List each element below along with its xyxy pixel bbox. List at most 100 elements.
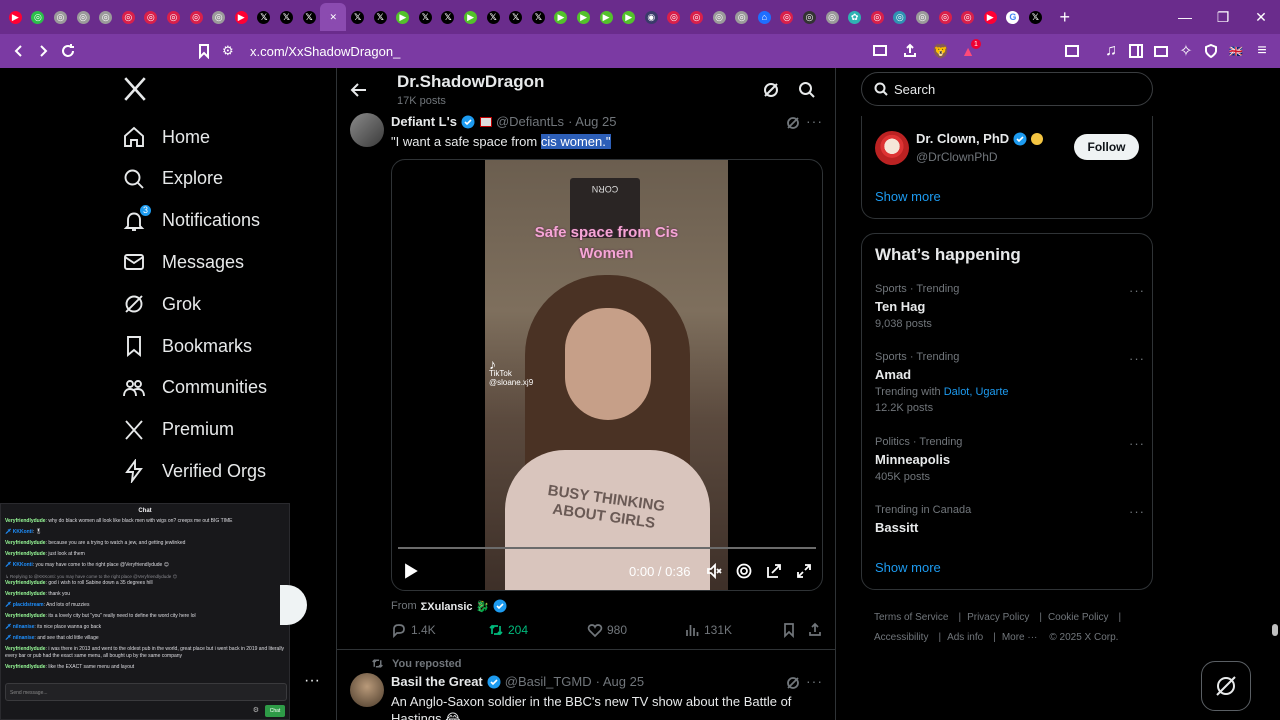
- browser-tab[interactable]: ◎: [27, 3, 50, 31]
- browser-tab[interactable]: ▶: [595, 3, 618, 31]
- video-progress-bar[interactable]: [398, 547, 816, 549]
- author-name[interactable]: Defiant L's: [391, 114, 457, 129]
- address-bar[interactable]: ⚙ x.com/XxShadowDragon_: [222, 38, 962, 64]
- browser-tab[interactable]: ◎: [798, 3, 821, 31]
- avatar[interactable]: [350, 113, 384, 147]
- tweet[interactable]: Basil the Great @Basil_TGMD · Aug 25 ···…: [337, 672, 835, 720]
- suggested-user-name[interactable]: Dr. Clown, PhD: [916, 131, 1009, 146]
- browser-tab[interactable]: ▶: [4, 3, 27, 31]
- follow-button[interactable]: Follow: [1074, 134, 1139, 160]
- browser-tab[interactable]: ✕: [320, 3, 347, 31]
- trend-more-icon[interactable]: ···: [1129, 504, 1145, 519]
- search-profile-button[interactable]: [797, 80, 817, 100]
- browser-tab[interactable]: ▶: [617, 3, 640, 31]
- mute-button[interactable]: [705, 562, 723, 580]
- pip-button[interactable]: [765, 562, 783, 580]
- tweet-date[interactable]: · Aug 25: [568, 114, 616, 129]
- chat-username[interactable]: Veryfriendlydude: [5, 613, 46, 619]
- chat-username[interactable]: Veryfriendlydude: [5, 580, 46, 586]
- browser-tab[interactable]: 𝕏: [346, 3, 369, 31]
- nav-item-premium[interactable]: Premium: [122, 415, 234, 445]
- x-logo-link[interactable]: [122, 76, 148, 102]
- tab-search-button[interactable]: [1059, 38, 1085, 64]
- browser-tab[interactable]: G: [1002, 3, 1025, 31]
- nav-item-home[interactable]: Home: [122, 122, 210, 152]
- browser-tab[interactable]: ◎: [140, 3, 163, 31]
- chat-send-button[interactable]: Chat: [265, 705, 285, 717]
- tweet[interactable]: Defiant L's @DefiantLs · Aug 25 ··· "I w…: [337, 112, 835, 652]
- scrollbar-thumb[interactable]: [1272, 624, 1278, 636]
- show-more-link[interactable]: Show more: [875, 189, 941, 204]
- author-name[interactable]: Basil the Great: [391, 674, 483, 689]
- media-button[interactable]: ♫: [1098, 38, 1124, 64]
- bookmark-page-button[interactable]: [191, 38, 217, 64]
- wallet-button[interactable]: [1148, 38, 1174, 64]
- browser-tab[interactable]: ◉: [640, 3, 663, 31]
- tweet-more-icon[interactable]: ···: [806, 673, 823, 689]
- browser-tab[interactable]: ◎: [117, 3, 140, 31]
- grok-header-button[interactable]: [761, 80, 781, 100]
- grok-explain-button[interactable]: [785, 115, 801, 131]
- browser-tab[interactable]: ⌂: [753, 3, 776, 31]
- browser-tab[interactable]: ◎: [685, 3, 708, 31]
- browser-tab[interactable]: ◎: [934, 3, 957, 31]
- reload-button[interactable]: [55, 38, 81, 64]
- nav-item-bookmarks[interactable]: Bookmarks: [122, 331, 252, 361]
- browser-tab[interactable]: 𝕏: [253, 3, 276, 31]
- nav-item-communities[interactable]: Communities: [122, 373, 267, 403]
- browser-tab[interactable]: 𝕏: [437, 3, 460, 31]
- browser-tab[interactable]: ◎: [185, 3, 208, 31]
- avatar[interactable]: [350, 673, 384, 707]
- browser-tab[interactable]: ◎: [889, 3, 912, 31]
- browser-tab[interactable]: 𝕏: [527, 3, 550, 31]
- browser-tab[interactable]: ▶: [979, 3, 1002, 31]
- browser-tab[interactable]: ◎: [94, 3, 117, 31]
- trend-item[interactable]: Politics · Trending Minneapolis 405K posts…: [875, 436, 1145, 483]
- vpn-button[interactable]: [1198, 38, 1224, 64]
- cast-button[interactable]: [867, 38, 893, 64]
- new-tab-button[interactable]: +: [1053, 3, 1077, 31]
- repost-button[interactable]: 204: [488, 622, 528, 638]
- video-settings-button[interactable]: [735, 562, 753, 580]
- nav-item-notifications[interactable]: 3 Notifications: [122, 203, 260, 236]
- browser-tab[interactable]: 𝕏: [369, 3, 392, 31]
- footer-link[interactable]: More ···: [1002, 632, 1038, 643]
- back-button[interactable]: [6, 38, 32, 64]
- chat-username[interactable]: 🗡 nilnanise: [5, 624, 34, 630]
- browser-tab[interactable]: 𝕏: [414, 3, 437, 31]
- browser-tab[interactable]: ◎: [956, 3, 979, 31]
- forward-button[interactable]: [30, 38, 56, 64]
- share-tweet-button[interactable]: [807, 622, 827, 638]
- footer-link[interactable]: Ads info: [947, 632, 983, 643]
- chat-username[interactable]: Veryfriendlydude: [5, 540, 46, 546]
- trending-with-links[interactable]: Dalot, Ugarte: [944, 386, 1009, 398]
- chat-username[interactable]: 🗡 KKKonti: [5, 529, 33, 535]
- grok-floating-button[interactable]: [1201, 661, 1251, 711]
- account-menu-dots-icon[interactable]: ···: [304, 672, 320, 690]
- browser-tab[interactable]: 𝕏: [298, 3, 321, 31]
- chat-username[interactable]: 🗡 KKKonti: [5, 562, 33, 568]
- author-handle[interactable]: @DefiantLs: [496, 114, 564, 129]
- chat-username[interactable]: Veryfriendlydude: [5, 551, 46, 557]
- browser-tab[interactable]: ◎: [49, 3, 72, 31]
- browser-tab[interactable]: 𝕏: [1024, 3, 1047, 31]
- fullscreen-button[interactable]: [795, 562, 813, 580]
- author-handle[interactable]: @Basil_TGMD: [505, 674, 592, 689]
- like-button[interactable]: 980: [587, 622, 627, 638]
- reply-button[interactable]: 1.4K: [391, 622, 436, 638]
- leo-ai-button[interactable]: ✧: [1173, 38, 1199, 64]
- minimize-button[interactable]: —: [1166, 0, 1204, 34]
- browser-tab[interactable]: ◎: [730, 3, 753, 31]
- views-button[interactable]: 131K: [684, 622, 732, 638]
- chat-username[interactable]: 🗡 nilnanise: [5, 635, 34, 641]
- nav-item-verified-orgs[interactable]: Verified Orgs: [122, 456, 266, 486]
- browser-tab[interactable]: ◎: [708, 3, 731, 31]
- search-input[interactable]: Search: [861, 72, 1153, 106]
- browser-tab[interactable]: ◎: [162, 3, 185, 31]
- bookmark-tweet-button[interactable]: [781, 622, 801, 638]
- browser-tab[interactable]: 𝕏: [504, 3, 527, 31]
- browser-tab[interactable]: ▶: [550, 3, 573, 31]
- close-window-button[interactable]: ✕: [1242, 0, 1280, 34]
- browser-tab[interactable]: ◎: [207, 3, 230, 31]
- browser-tab[interactable]: ▶: [230, 3, 253, 31]
